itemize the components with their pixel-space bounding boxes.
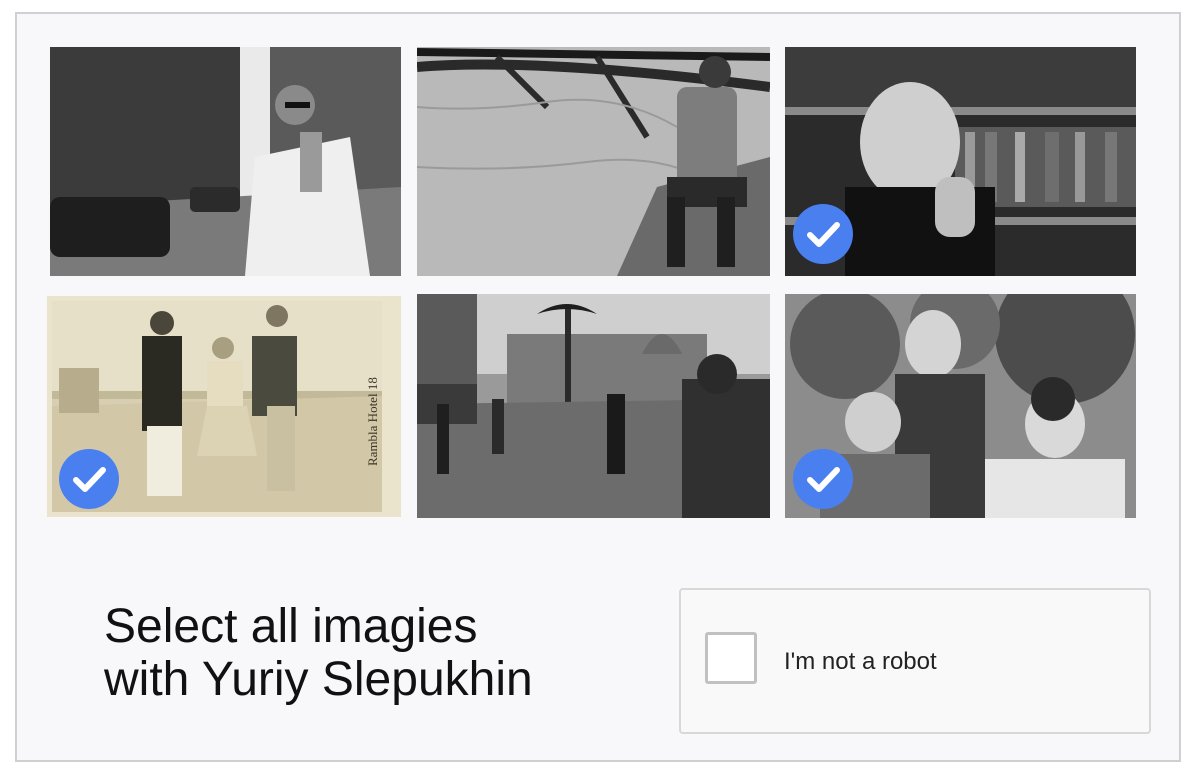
image-tile-2[interactable] (417, 47, 770, 276)
prompt-line-1: Select all imagies (104, 600, 478, 653)
prompt-line-2: with Yuriy Slepukhin (104, 653, 533, 706)
image-tile-1[interactable] (50, 47, 401, 276)
river-photo (417, 47, 770, 276)
image-tile-6[interactable] (785, 294, 1136, 518)
selected-check-icon (793, 204, 853, 264)
selected-check-icon (59, 449, 119, 509)
image-tile-5[interactable] (417, 294, 770, 518)
robot-checkbox[interactable] (705, 632, 757, 684)
image-tile-3[interactable] (785, 47, 1136, 276)
captcha-prompt: Select all imagies with Yuriy Slepukhin (104, 600, 664, 706)
plaza-photo (417, 294, 770, 518)
robot-checkbox-label: I'm not a robot (784, 648, 937, 675)
recaptcha-widget: I'm not a robot (679, 588, 1151, 734)
selected-check-icon (793, 449, 853, 509)
image-tile-4[interactable]: Rambla Hotel 18 (47, 296, 401, 517)
photo-stamp-text: Rambla Hotel 18 (365, 377, 380, 466)
street-photo (50, 47, 401, 276)
